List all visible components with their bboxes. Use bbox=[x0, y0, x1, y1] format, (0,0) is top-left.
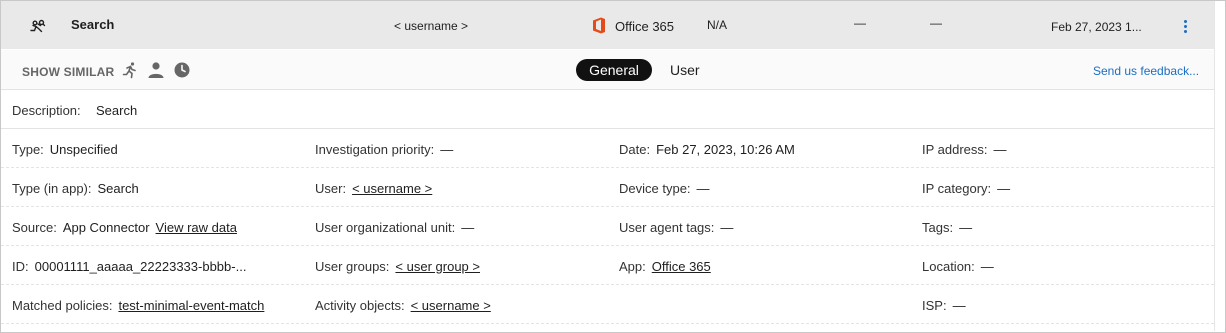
detail-device-type: Device type: — bbox=[619, 181, 710, 196]
detail-activity-objects: Activity objects: < username > bbox=[315, 298, 491, 313]
details-row: Matched policies: test-minimal-event-matc… bbox=[1, 285, 1214, 324]
detail-user-org-unit: User organizational unit: — bbox=[315, 220, 475, 235]
activity-summary-row[interactable]: Search < username > Office 365 N/A — — F… bbox=[1, 1, 1214, 49]
summary-app: Office 365 bbox=[615, 19, 675, 34]
detail-matched-policies: Matched policies: test-minimal-event-matc… bbox=[12, 298, 265, 313]
detail-source: Source: App Connector View raw data bbox=[12, 220, 237, 235]
detail-location: Location: — bbox=[922, 259, 994, 274]
detail-user: User: < username > bbox=[315, 181, 433, 196]
office365-icon bbox=[592, 17, 606, 34]
policy-link[interactable]: test-minimal-event-match bbox=[118, 298, 264, 313]
user-group-link[interactable]: < user group > bbox=[395, 259, 480, 274]
summary-user: < username > bbox=[394, 19, 469, 33]
detail-investigation-priority: Investigation priority: — bbox=[315, 142, 454, 157]
tab-general[interactable]: General bbox=[576, 59, 652, 81]
send-feedback-link[interactable]: Send us feedback... bbox=[1093, 64, 1199, 78]
show-similar-toolbar: SHOW SIMILAR General User Send us feedba… bbox=[1, 50, 1214, 90]
details-row: Source: App Connector View raw data User o… bbox=[1, 207, 1214, 246]
person-icon[interactable] bbox=[147, 61, 165, 79]
vertical-scrollbar[interactable] bbox=[1214, 1, 1225, 331]
activity-name: Search bbox=[71, 17, 115, 32]
detail-id: ID: 00001111_aaaaa_22223333-bbbb-... bbox=[12, 259, 247, 274]
detail-date: Date: Feb 27, 2023, 10:26 AM bbox=[619, 142, 795, 157]
clock-icon[interactable] bbox=[173, 61, 191, 79]
description-value: Search bbox=[96, 103, 138, 118]
tab-user[interactable]: User bbox=[670, 62, 700, 78]
detail-tags: Tags: — bbox=[922, 220, 973, 235]
description-row: Description: Search bbox=[1, 90, 1214, 129]
details-row: Type: Unspecified Investigation priority:… bbox=[1, 129, 1214, 168]
detail-type-in-app: Type (in app): Search bbox=[12, 181, 139, 196]
detail-type: Type: Unspecified bbox=[12, 142, 118, 157]
show-similar-label: SHOW SIMILAR bbox=[22, 65, 115, 79]
summary-dash-1: — bbox=[854, 16, 866, 30]
detail-user-agent-tags: User agent tags: — bbox=[619, 220, 734, 235]
detail-ip-address: IP address: — bbox=[922, 142, 1007, 157]
detail-ip-category: IP category: — bbox=[922, 181, 1011, 196]
summary-date: Feb 27, 2023 1... bbox=[1051, 20, 1142, 34]
description-label: Description: bbox=[12, 103, 81, 118]
run-icon[interactable] bbox=[121, 61, 139, 79]
summary-dash-2: — bbox=[930, 16, 942, 30]
detail-app: App: Office 365 bbox=[619, 259, 711, 274]
details-row: Type (in app): Search User: < username > D… bbox=[1, 168, 1214, 207]
view-raw-data-link[interactable]: View raw data bbox=[156, 220, 237, 235]
detail-user-groups: User groups: < user group > bbox=[315, 259, 480, 274]
user-link[interactable]: < username > bbox=[352, 181, 432, 196]
activity-object-link[interactable]: < username > bbox=[411, 298, 491, 313]
details-row: ID: 00001111_aaaaa_22223333-bbbb-... User… bbox=[1, 246, 1214, 285]
search-activity-icon bbox=[27, 16, 47, 36]
detail-isp: ISP: — bbox=[922, 298, 966, 313]
more-options-icon[interactable] bbox=[1179, 18, 1191, 38]
app-link[interactable]: Office 365 bbox=[652, 259, 711, 274]
summary-na: N/A bbox=[707, 18, 728, 32]
